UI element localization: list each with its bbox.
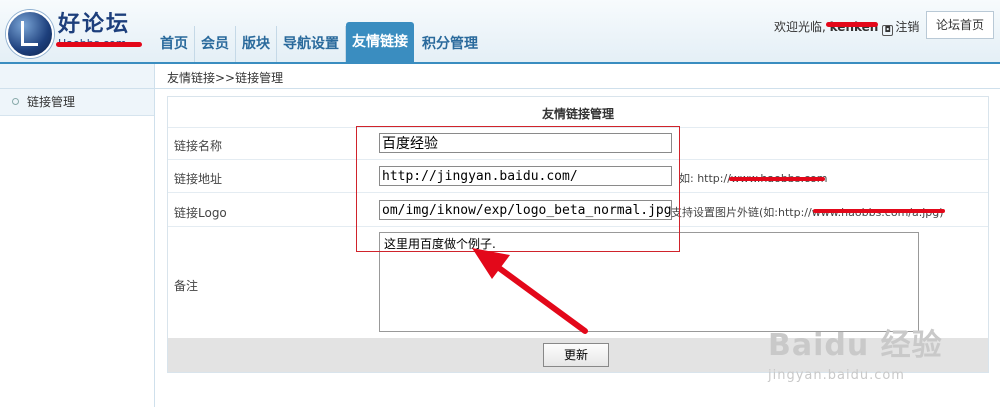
nav-friend-links[interactable]: 友情链接	[346, 22, 414, 62]
welcome-text: 欢迎光临,	[774, 20, 830, 34]
redaction-scribble	[813, 209, 945, 213]
sidebar: 链接管理	[0, 89, 155, 407]
forum-home-button[interactable]: 论坛首页	[926, 11, 994, 39]
watermark-logo: Baidu 经验	[768, 328, 943, 363]
baidu-watermark: Baidu 经验 jingyan.baidu.com	[768, 320, 943, 383]
breadcrumb: 友情链接>>链接管理	[167, 71, 284, 85]
welcome-area: 欢迎光临, kenken ◘ 注销	[774, 18, 919, 36]
form-title: 友情链接管理	[541, 107, 614, 121]
breadcrumb-bar: 友情链接>>链接管理	[154, 64, 1000, 89]
annotation-highlight-box	[356, 126, 680, 252]
annotation-arrow-icon	[472, 248, 588, 334]
bullet-icon	[12, 98, 19, 105]
top-header: 好论坛 Haobbs.com 首页 会员 版块 导航设置 友情链接 积分管理 欢…	[0, 0, 1000, 64]
link-logo-label: 链接Logo	[174, 206, 227, 220]
remark-label: 备注	[174, 279, 199, 293]
nav-members[interactable]: 会员	[195, 26, 236, 62]
nav-home[interactable]: 首页	[154, 26, 195, 62]
watermark-url: jingyan.baidu.com	[768, 368, 905, 383]
redaction-scribble	[729, 177, 825, 181]
logo-title[interactable]: 好论坛	[58, 6, 130, 38]
nav-points-management[interactable]: 积分管理	[416, 26, 484, 62]
sidebar-item-label: 链接管理	[27, 95, 76, 109]
nav-boards[interactable]: 版块	[236, 26, 277, 62]
main-nav: 首页 会员 版块 导航设置 友情链接 积分管理	[154, 14, 484, 62]
update-button[interactable]: 更新	[543, 343, 609, 367]
nav-navigation-settings[interactable]: 导航设置	[277, 26, 346, 62]
redaction-scribble	[826, 22, 878, 27]
forum-logo-icon[interactable]	[6, 10, 54, 58]
sidebar-header	[0, 64, 154, 89]
link-url-label: 链接地址	[174, 172, 223, 186]
sidebar-item-link-management[interactable]: 链接管理	[0, 89, 154, 116]
redaction-scribble	[56, 42, 142, 47]
logout-icon[interactable]: ◘	[882, 25, 894, 36]
logout-link[interactable]: 注销	[895, 20, 919, 34]
link-name-label: 链接名称	[174, 139, 223, 153]
